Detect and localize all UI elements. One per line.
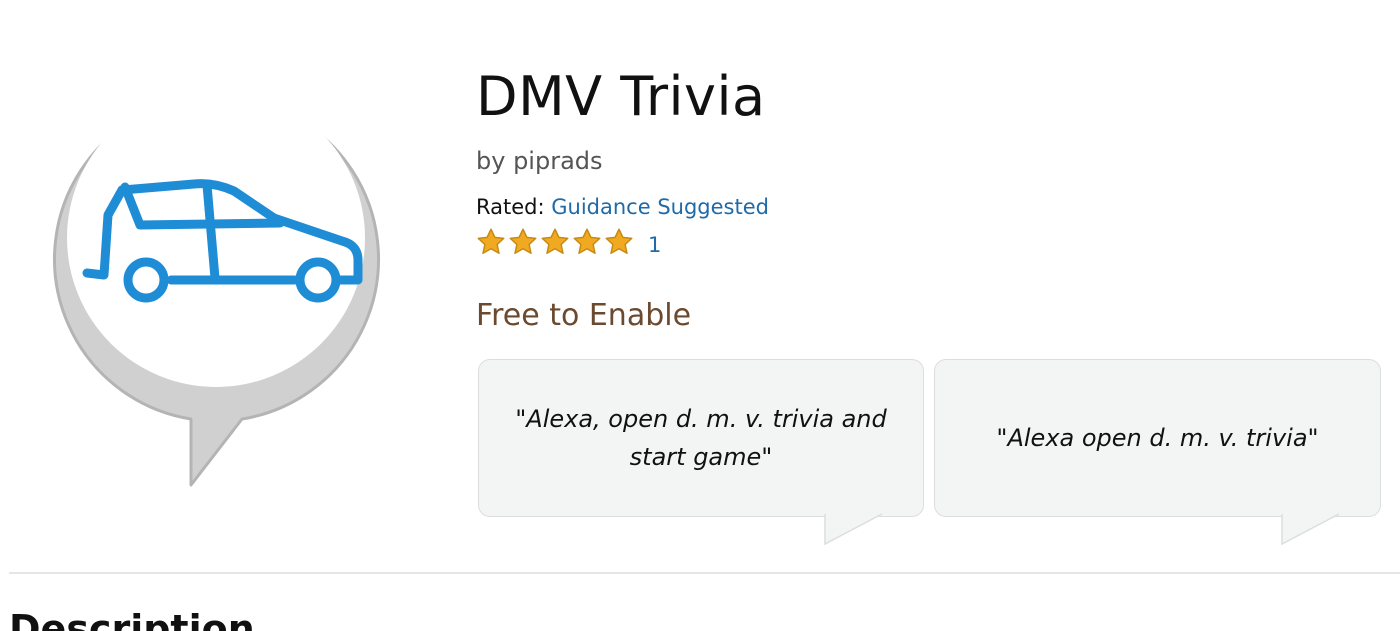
alexa-bubble-icon <box>53 89 380 487</box>
star-rating[interactable] <box>476 227 634 257</box>
bubble-tail <box>824 513 883 546</box>
skill-author: by piprads <box>476 147 603 175</box>
price-label: Free to Enable <box>476 298 692 333</box>
star-icon <box>605 228 633 254</box>
bubble-tail <box>1281 513 1340 546</box>
example-phrase-bubble: "Alexa, open d. m. v. trivia and start g… <box>478 359 924 517</box>
rating-label: Rated: <box>476 195 545 219</box>
star-rating-row: 1 <box>476 227 1376 257</box>
example-phrase-text: "Alexa, open d. m. v. trivia and start g… <box>515 405 887 471</box>
description-heading: Description <box>9 607 255 631</box>
review-count-link[interactable]: 1 <box>648 233 661 257</box>
example-phrase-text: "Alexa open d. m. v. trivia" <box>996 424 1319 452</box>
skill-detail-page: DMV Trivia by piprads Rated: Guidance Su… <box>0 0 1400 631</box>
content-rating: Rated: Guidance Suggested <box>476 194 1376 220</box>
example-phrase-bubble: "Alexa open d. m. v. trivia" <box>934 359 1381 517</box>
skill-title: DMV Trivia <box>476 65 766 128</box>
skill-icon <box>42 55 392 495</box>
section-divider <box>9 572 1400 574</box>
star-icon <box>573 228 601 254</box>
star-icon <box>541 228 569 254</box>
star-icon <box>509 228 537 254</box>
rating-value-link[interactable]: Guidance Suggested <box>551 195 769 219</box>
star-icon <box>477 228 505 254</box>
skill-info: DMV Trivia by piprads Rated: Guidance Su… <box>476 66 1376 334</box>
